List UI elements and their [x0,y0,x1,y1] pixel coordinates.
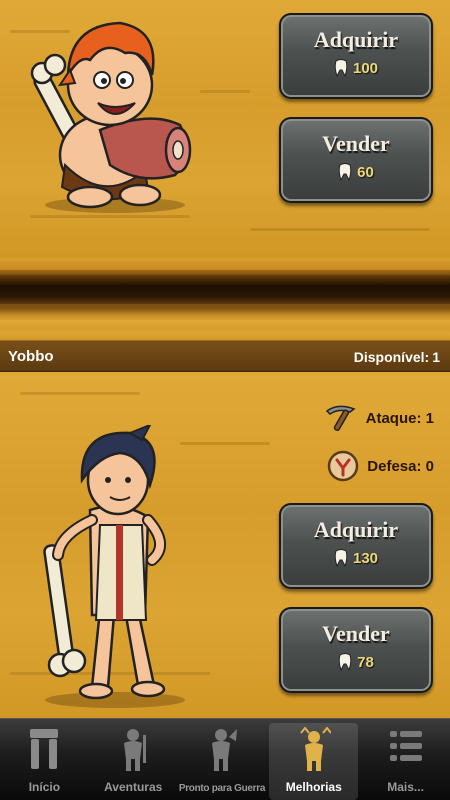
tab-mais-label: Mais... [387,780,424,794]
more-list-icon [389,731,422,761]
buy-button-top[interactable]: Adquirir 100 [279,13,433,99]
caveman-silhouette-icon [124,729,147,771]
unit-name: Yobbo [8,348,54,365]
sand-background-middle [0,320,450,340]
tooth-icon [334,549,348,567]
shield-icon [328,450,359,482]
available-label: Disponível: [353,349,430,365]
pickaxe-icon [325,405,356,432]
caveman-with-bone-image [43,425,185,708]
tab-pronto-para-guerra-label: Pronto para Guerra [178,783,266,794]
tab-inicio[interactable]: Início [0,723,89,800]
buy-price-top-value: 100 [352,59,379,77]
warrior-silhouette-icon [211,729,237,771]
sell-button-bottom-label: Vender [322,621,390,646]
sell-button-bottom[interactable]: Vender 78 [279,607,433,693]
defense-stat: Defesa: 0 [327,450,434,482]
available-value: 1 [432,349,440,365]
tab-inicio-label: Início [28,780,61,794]
tab-melhorias[interactable]: Melhorias [269,723,359,800]
available-count: Disponível: 1 [351,349,440,365]
caveman-eating-meat-image [30,21,192,213]
sell-price-top: 60 [281,163,431,181]
tab-aventuras-label: Aventuras [104,780,163,794]
unit-info-bar: Yobbo Disponível: 1 [0,340,450,372]
tab-melhorias-label: Melhorias [285,780,342,794]
stone-arch-icon [30,729,59,769]
defense-value: 0 [425,457,434,475]
sell-price-top-value: 60 [357,163,374,181]
buy-button-bottom-label: Adquirir [313,517,399,542]
tab-pronto-para-guerra[interactable]: Pronto para Guerra [178,723,267,800]
tooth-icon [338,163,352,181]
buy-button-bottom[interactable]: Adquirir 130 [279,503,433,589]
attack-label: Ataque: [365,409,422,427]
tab-mais[interactable]: Mais... [361,723,450,800]
tooth-icon [338,653,352,671]
attack-value: 1 [425,409,434,427]
tooth-icon [334,59,348,77]
sell-price-bottom-value: 78 [357,653,374,671]
sell-price-bottom: 78 [281,653,431,671]
buy-button-top-label: Adquirir [313,27,399,52]
sell-button-top-label: Vender [322,131,390,156]
attack-stat: Ataque: 1 [324,403,434,433]
buy-price-bottom-value: 130 [352,549,379,567]
tab-aventuras[interactable]: Aventuras [89,723,178,800]
defense-label: Defesa: [367,457,422,475]
upgrade-caveman-icon [300,727,331,771]
ground-crack [0,258,450,320]
buy-price-top: 100 [281,59,431,77]
buy-price-bottom: 130 [281,549,431,567]
tab-bar: Início Aventuras Pronto para Guerra Melh… [0,718,450,800]
sell-button-top[interactable]: Vender 60 [279,117,433,203]
